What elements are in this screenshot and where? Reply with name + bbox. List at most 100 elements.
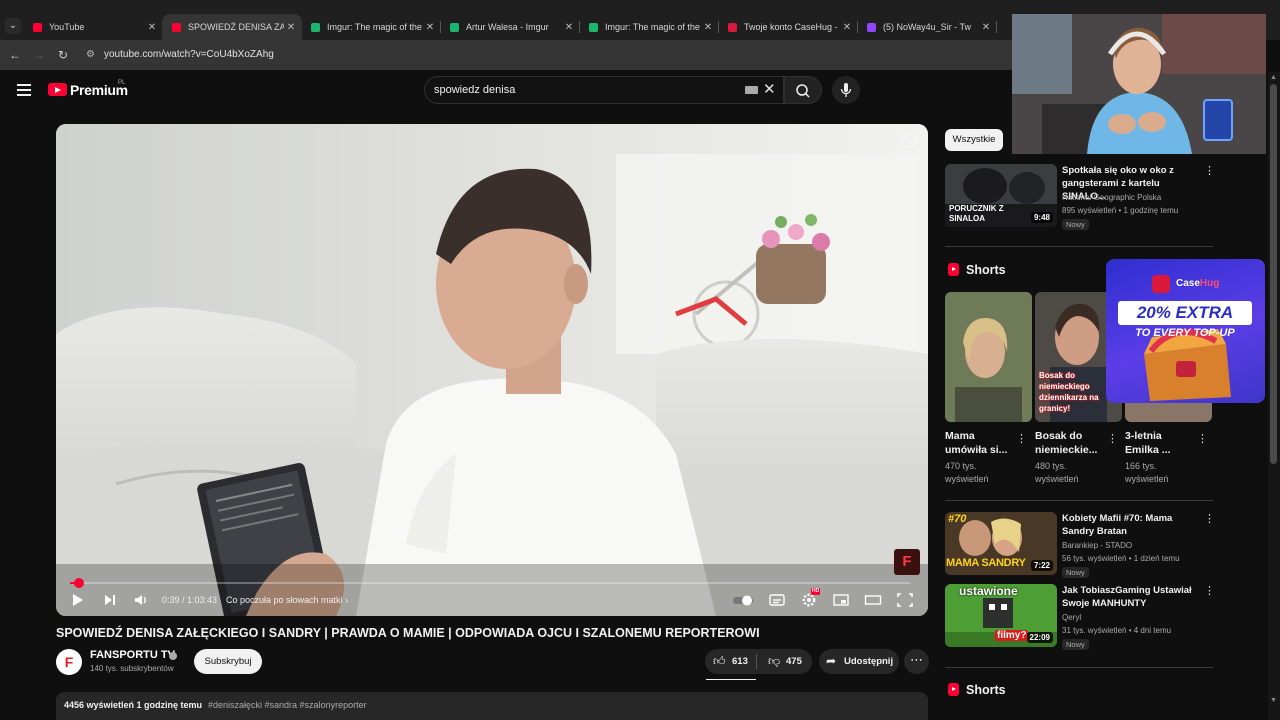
tab-title: Imgur: The magic of the I bbox=[605, 22, 701, 32]
related-video-channel[interactable]: National Geographic Polska bbox=[1062, 192, 1161, 204]
logo-country-code: PL bbox=[118, 80, 126, 86]
browser-tab[interactable]: Twoje konto CaseHug - ✕ bbox=[718, 14, 858, 40]
short-menu-kebab-icon[interactable]: ⋮ bbox=[1197, 434, 1208, 445]
clear-search-icon[interactable]: ✕ bbox=[763, 82, 776, 98]
tab-close-icon[interactable]: ✕ bbox=[840, 22, 854, 33]
thumbnail-caption-top: #70 bbox=[948, 513, 967, 525]
browser-tab[interactable]: Artur Walesa - Imgur ✕ bbox=[440, 14, 580, 40]
thumbs-down-icon[interactable]: 👎︎ bbox=[768, 654, 780, 669]
keyboard-icon[interactable] bbox=[745, 86, 758, 94]
browser-tab[interactable]: Imgur: The magic of the I ✕ bbox=[579, 14, 719, 40]
short-title-3[interactable]: 3-letnia Emilka ... bbox=[1125, 429, 1197, 457]
search-input-value[interactable]: spowiedz denisa bbox=[434, 84, 515, 96]
tab-favicon-icon bbox=[728, 22, 737, 32]
site-info-icon[interactable]: ⚙ bbox=[86, 49, 98, 61]
play-button[interactable] bbox=[70, 591, 86, 609]
browser-tab[interactable]: YouTube ✕ bbox=[23, 14, 163, 40]
related-video-thumbnail[interactable]: #70 MAMA SANDRY 7:22 bbox=[945, 512, 1057, 575]
reload-icon[interactable]: ↻ bbox=[56, 48, 70, 62]
thumbnail-image bbox=[945, 292, 1032, 422]
short-thumbnail-caption: Bosak do niemieckiego dziennikarza na gr… bbox=[1039, 371, 1099, 413]
tab-close-icon[interactable]: ✕ bbox=[284, 22, 298, 33]
channel-name[interactable]: FANSPORTU TV bbox=[90, 649, 175, 661]
autoplay-toggle[interactable] bbox=[732, 591, 754, 609]
browser-tab[interactable]: Imgur: The magic of the I ✕ bbox=[301, 14, 441, 40]
scroll-down-arrow-icon[interactable]: ▼ bbox=[1270, 697, 1277, 704]
fullscreen-button[interactable] bbox=[896, 591, 914, 609]
more-actions-button[interactable]: ⋯ bbox=[904, 649, 929, 674]
like-count[interactable]: 613 bbox=[732, 656, 748, 667]
shorts-heading-2: Shorts bbox=[966, 683, 1006, 697]
channel-watermark-logo[interactable]: F bbox=[894, 549, 920, 575]
short-title-2[interactable]: Bosak do niemieckie... bbox=[1035, 429, 1107, 457]
short-title-1[interactable]: Mama umówiła si... bbox=[945, 429, 1017, 457]
video-menu-kebab-icon[interactable]: ⋮ bbox=[1204, 586, 1215, 597]
address-bar: ← → ↻ ⚙ youtube.com/watch?v=CoU4bXoZAhg bbox=[0, 40, 1012, 70]
related-video-channel[interactable]: Barankiep - STADO bbox=[1062, 540, 1132, 552]
browser-tab[interactable]: SPOWIEDŹ DENISA ZAŁ ✕ bbox=[162, 14, 302, 40]
new-badge: Nowy bbox=[1062, 219, 1089, 230]
description-hashtags[interactable]: #deniszałęcki #sandra #szalonyreporter bbox=[208, 700, 367, 710]
scroll-up-arrow-icon[interactable]: ▲ bbox=[1270, 74, 1277, 81]
video-menu-kebab-icon[interactable]: ⋮ bbox=[1204, 166, 1215, 177]
like-ratio-bar bbox=[706, 679, 756, 680]
related-video-thumbnail[interactable]: ustawione filmy? 22:09 bbox=[945, 584, 1057, 647]
tab-close-icon[interactable]: ✕ bbox=[979, 22, 993, 33]
youtube-logo-icon[interactable] bbox=[48, 83, 67, 96]
tab-search-chevron-icon[interactable]: ⌄ bbox=[5, 18, 21, 34]
info-icon[interactable]: i bbox=[902, 134, 916, 148]
tab-close-icon[interactable]: ✕ bbox=[145, 22, 159, 33]
chapter-title[interactable]: Co poczuła po słowach matki › bbox=[226, 595, 348, 605]
tab-close-icon[interactable]: ✕ bbox=[701, 22, 715, 33]
channel-avatar[interactable]: F bbox=[56, 649, 82, 675]
dislike-count[interactable]: 475 bbox=[786, 656, 802, 667]
video-duration: 22:09 bbox=[1026, 632, 1053, 643]
section-divider bbox=[945, 500, 1213, 501]
share-label[interactable]: Udostępnij bbox=[844, 656, 893, 667]
shorts-logo-icon bbox=[948, 263, 959, 276]
back-arrow-icon[interactable]: ← bbox=[8, 48, 22, 62]
video-menu-kebab-icon[interactable]: ⋮ bbox=[1204, 514, 1215, 525]
tab-title: SPOWIEDŹ DENISA ZAŁ bbox=[188, 22, 284, 32]
short-menu-kebab-icon[interactable]: ⋮ bbox=[1107, 434, 1118, 445]
related-video-title[interactable]: Jak TobiaszGaming Ustawiał Swoje MANHUNT… bbox=[1062, 584, 1202, 610]
subtitles-button[interactable] bbox=[768, 591, 786, 609]
video-frame[interactable] bbox=[56, 124, 928, 616]
ad-brand-name-part1: Case bbox=[1176, 278, 1200, 289]
related-video-title[interactable]: Kobiety Mafii #70: Mama Sandry Bratan bbox=[1062, 512, 1202, 538]
thumbs-up-icon[interactable]: 👍︎ bbox=[713, 654, 726, 669]
time-display: 0:39 / 1:03:43 bbox=[162, 595, 218, 605]
volume-icon bbox=[135, 595, 146, 605]
related-video-thumbnail[interactable]: PORUCZNIK Z SINALOA 9:48 bbox=[945, 164, 1057, 227]
subscribe-button[interactable]: Subskrybuj bbox=[194, 649, 262, 674]
next-button[interactable] bbox=[102, 591, 118, 609]
volume-button[interactable] bbox=[133, 591, 149, 609]
ad-brand-name: CaseHug bbox=[1176, 278, 1219, 289]
related-video-meta: 31 tys. wyświetleń • 4 dni temu bbox=[1062, 626, 1172, 635]
tab-close-icon[interactable]: ✕ bbox=[423, 22, 437, 33]
voice-search-button[interactable] bbox=[832, 76, 860, 104]
tab-title: Imgur: The magic of the I bbox=[327, 22, 423, 32]
subscriber-count: 140 tys. subskrybentów bbox=[90, 664, 174, 673]
miniplayer-button[interactable] bbox=[832, 591, 850, 609]
thumbnail-caption-bottom: filmy? bbox=[995, 630, 1029, 641]
forward-arrow-icon[interactable]: → bbox=[32, 48, 46, 62]
ad-headline: 20% EXTRA bbox=[1118, 301, 1252, 325]
search-button[interactable] bbox=[784, 76, 822, 104]
settings-button[interactable]: HD bbox=[800, 588, 821, 609]
progress-scrubber-handle[interactable] bbox=[73, 578, 84, 588]
menu-hamburger-icon[interactable] bbox=[17, 84, 31, 96]
filter-chip-all[interactable]: Wszystkie bbox=[945, 129, 1003, 151]
browser-tab[interactable]: (5) NoWay4u_Sir - Tw ✕ bbox=[857, 14, 997, 40]
short-thumbnail-1[interactable] bbox=[945, 292, 1032, 422]
page-scrollbar-thumb[interactable] bbox=[1270, 84, 1277, 464]
url-text[interactable]: youtube.com/watch?v=CoU4bXoZAhg bbox=[104, 49, 274, 60]
related-video-channel[interactable]: Qeryl bbox=[1062, 612, 1081, 624]
theater-mode-button[interactable] bbox=[864, 591, 882, 609]
search-icon bbox=[796, 84, 810, 98]
short-menu-kebab-icon[interactable]: ⋮ bbox=[1016, 434, 1027, 445]
tab-close-icon[interactable]: ✕ bbox=[562, 22, 576, 33]
progress-bar[interactable] bbox=[70, 582, 910, 584]
short-views-3: 166 tys. wyświetleń bbox=[1125, 461, 1169, 484]
video-player[interactable] bbox=[56, 124, 928, 616]
